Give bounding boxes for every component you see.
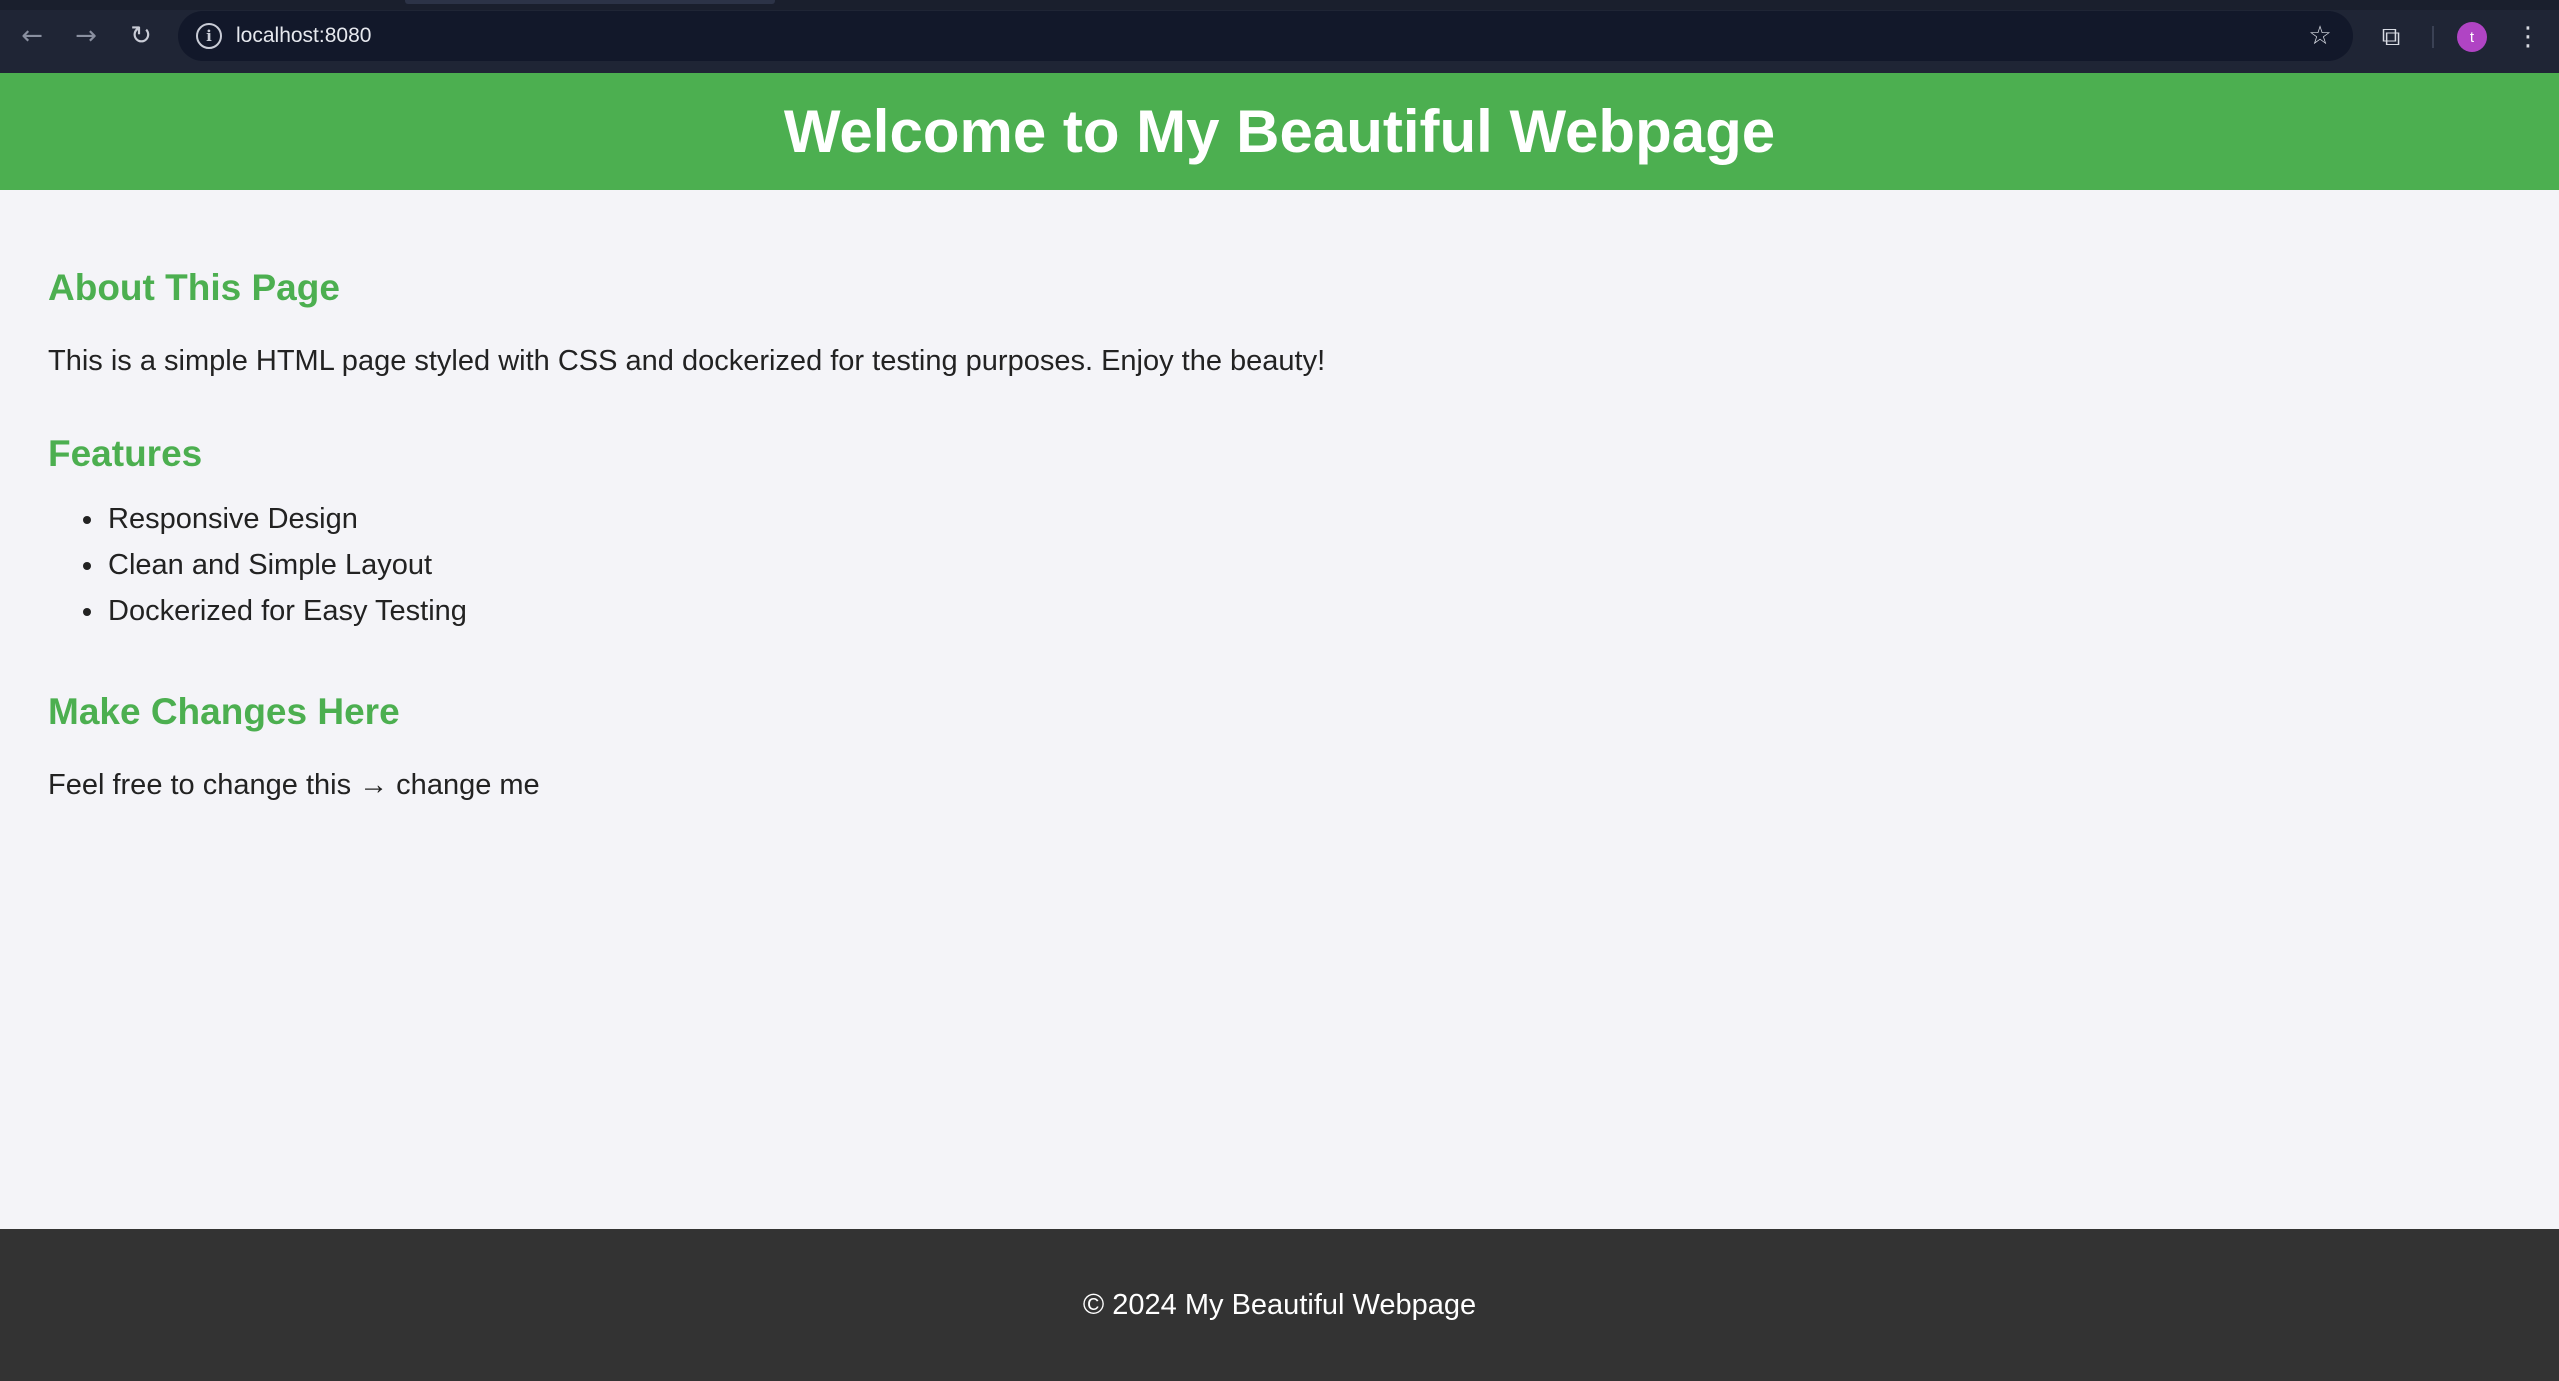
changes-heading: Make Changes Here [48,691,400,732]
bullet-icon [83,516,91,524]
feature-label: Dockerized for Easy Testing [108,595,467,627]
info-icon[interactable]: i [196,23,222,49]
list-item: Responsive Design [48,496,467,542]
site-header: Welcome to My Beautiful Webpage [0,73,2559,190]
address-bar-url[interactable]: localhost:8080 [236,11,371,61]
changes-text: Feel free to change this → change me [48,769,540,801]
page-title: Welcome to My Beautiful Webpage [783,98,1776,165]
browser-toolbar: ← → ↻ i localhost:8080 ☆ ⧉ t ⋮ [0,0,2559,73]
reload-icon: ↻ [130,21,152,51]
features-heading: Features [48,433,203,474]
active-tab-indicator [405,0,775,4]
arrow-left-icon: ← [21,21,43,51]
tab-strip [0,0,2559,10]
site-footer: © 2024 My Beautiful Webpage [0,1229,2559,1381]
feature-label: Responsive Design [108,503,358,535]
footer-text: © 2024 My Beautiful Webpage [1082,1288,1477,1321]
features-list: Responsive Design Clean and Simple Layou… [48,496,467,634]
bullet-icon [83,608,91,616]
about-text: This is a simple HTML page styled with C… [48,345,1326,377]
star-icon[interactable]: ☆ [2303,19,2337,53]
list-item: Clean and Simple Layout [48,542,467,588]
list-item: Dockerized for Easy Testing [48,588,467,634]
puzzle-icon[interactable]: ⧉ [2372,18,2410,56]
kebab-menu-icon[interactable]: ⋮ [2511,18,2545,56]
reload-button[interactable]: ↻ [121,16,161,56]
about-heading: About This Page [48,267,340,308]
address-bar[interactable]: i localhost:8080 ☆ [178,11,2353,61]
back-button[interactable]: ← [12,16,52,56]
feature-label: Clean and Simple Layout [108,549,433,581]
profile-avatar[interactable]: t [2457,22,2487,52]
forward-button[interactable]: → [66,16,106,56]
bullet-icon [83,562,91,570]
arrow-right-icon: → [75,21,97,51]
toolbar-divider [2432,26,2434,48]
